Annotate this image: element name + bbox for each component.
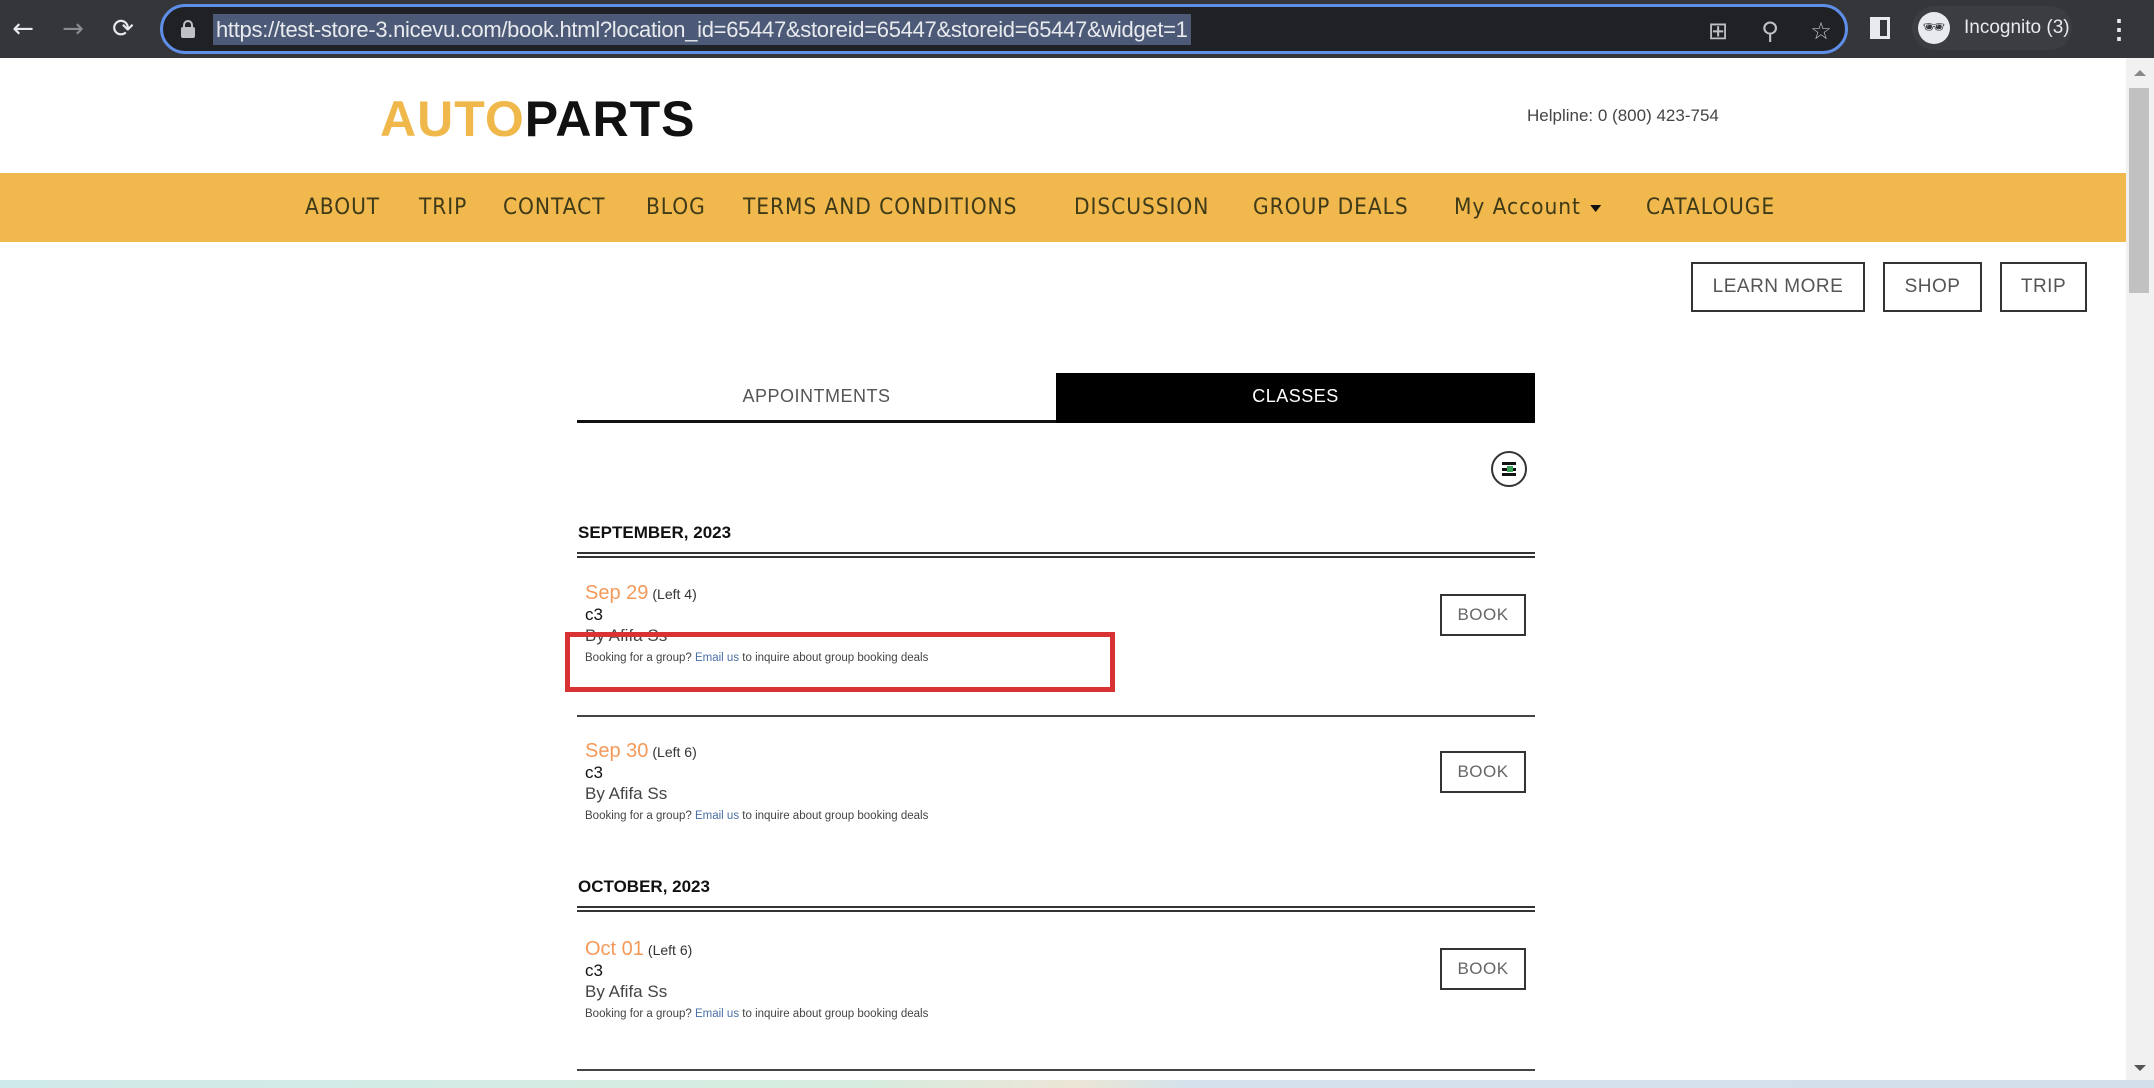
- nav-item-blog[interactable]: BLOG: [646, 195, 706, 220]
- nav-item-label: DISCUSSION: [1073, 195, 1209, 220]
- browser-toolbar: ← → ⟳ https://test-store-3.nicevu.com/bo…: [0, 0, 2154, 58]
- page-scrollbar[interactable]: [2126, 58, 2154, 1080]
- email-us-link[interactable]: Email us: [695, 810, 739, 822]
- class-instructor: By Afifa Ss: [585, 784, 668, 803]
- nav-item-label: CATALOUGE: [1645, 195, 1775, 220]
- nav-item-label: BLOG: [646, 195, 707, 220]
- spots-left: (Left 4): [652, 586, 697, 602]
- item-divider: [577, 715, 1535, 717]
- class-title: c3: [585, 961, 603, 980]
- list-view-toggle[interactable]: [1491, 451, 1527, 487]
- book-button[interactable]: BOOK: [1440, 751, 1526, 793]
- list-view-icon: [1502, 462, 1516, 476]
- logo-auto: AUTO: [380, 91, 525, 147]
- nav-menu: ABOUT TRIP CONTACT BLOG TERMS AND CONDITIONS…: [305, 173, 1818, 242]
- incognito-glyph: 🕶: [1922, 17, 1946, 38]
- highlight-annotation: [565, 632, 1115, 692]
- reload-button[interactable]: ⟳: [106, 12, 140, 46]
- nav-item-contact[interactable]: CONTACT: [503, 195, 605, 220]
- nav-item-trip[interactable]: TRIP: [419, 195, 467, 220]
- group-booking-note: Booking for a group? Email us to inquire…: [585, 1003, 1525, 1025]
- star-glyph: ☆: [1810, 17, 1832, 45]
- incognito-icon: 🕶: [1918, 12, 1950, 44]
- item-divider: [577, 1069, 1535, 1071]
- class-title: c3: [585, 605, 603, 624]
- install-glyph: ⊞: [1707, 17, 1729, 45]
- helpline-text: Helpline: 0 (800) 423-754: [1527, 106, 1719, 125]
- nav-item-label: TRIP: [418, 195, 467, 220]
- forward-button[interactable]: →: [56, 12, 90, 46]
- address-bar[interactable]: https://test-store-3.nicevu.com/book.htm…: [160, 4, 1848, 54]
- bottom-edge: [0, 1080, 2154, 1088]
- nav-item-label: ABOUT: [305, 195, 381, 220]
- shop-button[interactable]: SHOP: [1883, 262, 1982, 312]
- booking-tabs: APPOINTMENTS CLASSES: [577, 373, 1535, 423]
- zoom-icon[interactable]: ⚲: [1755, 16, 1785, 46]
- scroll-up-icon[interactable]: [2134, 70, 2146, 76]
- lock-icon[interactable]: [181, 20, 195, 38]
- email-us-link[interactable]: Email us: [695, 1008, 739, 1020]
- logo-parts: PARTS: [524, 91, 696, 147]
- group-prefix: Booking for a group?: [585, 1008, 692, 1020]
- month-heading: SEPTEMBER, 2023: [578, 523, 732, 542]
- site-logo[interactable]: AUTOPARTS: [380, 90, 696, 148]
- nav-item-label: CONTACT: [503, 195, 606, 220]
- class-date: Sep 30: [585, 740, 649, 762]
- nav-item-about[interactable]: ABOUT: [305, 195, 380, 220]
- kebab-menu-icon[interactable]: ⋮: [2106, 12, 2132, 46]
- caret-down-icon: [1589, 204, 1601, 212]
- zoom-glyph: ⚲: [1761, 17, 1779, 45]
- class-date: Oct 01: [585, 938, 644, 960]
- spots-left: (Left 6): [647, 942, 693, 958]
- class-title: c3: [585, 763, 603, 782]
- nav-item-discussion[interactable]: DISCUSSION: [1074, 195, 1209, 220]
- nav-item-label: My Account: [1453, 195, 1581, 220]
- class-item: Oct 01 (Left 6) c3 By Afifa Ss Booking fo…: [585, 938, 1525, 1025]
- scroll-thumb[interactable]: [2129, 88, 2149, 293]
- group-booking-note: Booking for a group? Email us to inquire…: [585, 805, 1525, 827]
- arrow-left-icon: ←: [12, 14, 34, 44]
- trip-button[interactable]: TRIP: [2000, 262, 2087, 312]
- month-divider: [577, 906, 1535, 912]
- arrow-right-icon: →: [62, 14, 84, 44]
- tab-appointments[interactable]: APPOINTMENTS: [577, 373, 1056, 423]
- incognito-profile-button[interactable]: 🕶 Incognito (3): [1912, 6, 2072, 50]
- month-divider: [577, 552, 1535, 558]
- install-app-icon[interactable]: ⊞: [1703, 16, 1733, 46]
- group-prefix: Booking for a group?: [585, 810, 692, 822]
- nav-item-my-account[interactable]: My Account: [1454, 195, 1601, 220]
- back-button[interactable]: ←: [6, 12, 40, 46]
- incognito-label: Incognito (3): [1964, 17, 2070, 38]
- nav-item-catalouge[interactable]: CATALOUGE: [1646, 195, 1775, 220]
- main-nav: ABOUT TRIP CONTACT BLOG TERMS AND CONDITIONS…: [0, 173, 2126, 242]
- tab-classes[interactable]: CLASSES: [1056, 373, 1535, 423]
- group-suffix: to inquire about group booking deals: [742, 810, 929, 822]
- web-page: AUTOPARTS Helpline: 0 (800) 423-754 ABOU…: [0, 58, 2126, 1080]
- side-panel-icon[interactable]: [1870, 17, 1890, 39]
- class-item: Sep 30 (Left 6) c3 By Afifa Ss Booking fo…: [585, 740, 1525, 827]
- reload-icon: ⟳: [112, 14, 134, 44]
- month-heading: OCTOBER, 2023: [578, 877, 710, 896]
- book-button[interactable]: BOOK: [1440, 594, 1526, 636]
- class-instructor: By Afifa Ss: [585, 982, 668, 1001]
- book-button[interactable]: BOOK: [1440, 948, 1526, 990]
- learn-more-button[interactable]: LEARN MORE: [1691, 262, 1865, 312]
- spots-left: (Left 6): [652, 744, 697, 760]
- url-text[interactable]: https://test-store-3.nicevu.com/book.htm…: [213, 14, 1191, 45]
- class-date: Sep 29: [585, 582, 649, 604]
- group-suffix: to inquire about group booking deals: [742, 1008, 929, 1020]
- star-icon[interactable]: ☆: [1806, 16, 1836, 46]
- nav-item-label: TERMS AND CONDITIONS: [743, 195, 1018, 220]
- nav-item-label: GROUP DEALS: [1252, 195, 1409, 220]
- scroll-down-icon[interactable]: [2134, 1065, 2146, 1071]
- nav-item-terms-and-conditions[interactable]: TERMS AND CONDITIONS: [743, 195, 1017, 220]
- nav-item-group-deals[interactable]: GROUP DEALS: [1253, 195, 1409, 220]
